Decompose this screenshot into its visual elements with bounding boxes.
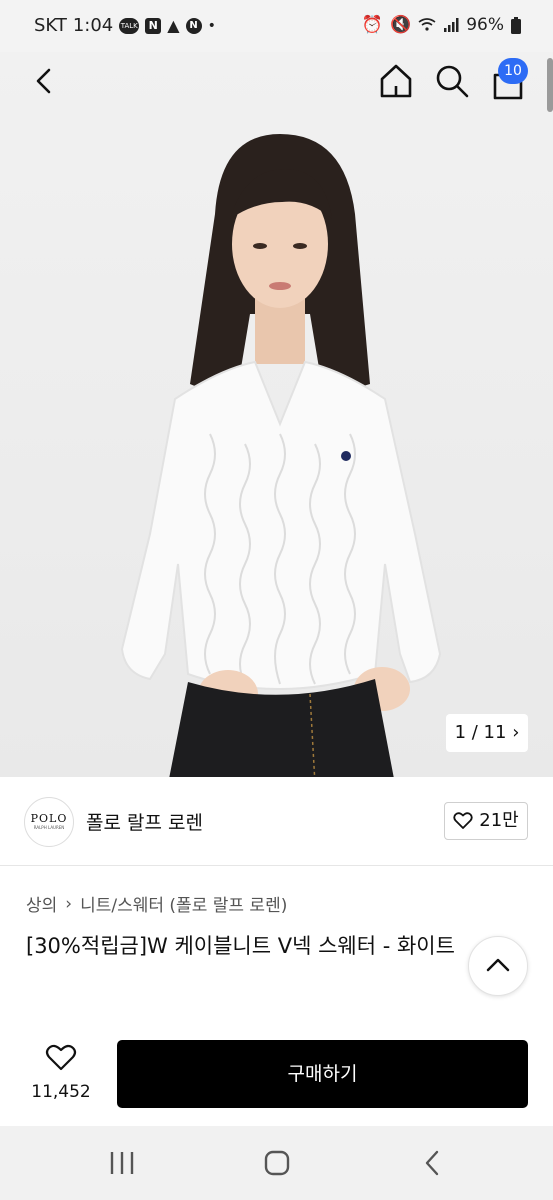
status-left: SKT 1:04 TALK N ▲ N • bbox=[34, 15, 216, 36]
system-nav-bar bbox=[0, 1126, 553, 1200]
brand-row: POLO RALPH LAUREN 폴로 랄프 로렌 21만 bbox=[0, 777, 553, 866]
wishlist-button[interactable]: 11,452 bbox=[24, 1042, 98, 1108]
brand-logo-text: POLO bbox=[30, 812, 68, 825]
top-nav bbox=[0, 52, 553, 112]
pager-text: 1 / 11 bbox=[454, 722, 507, 743]
status-right: ⏰ 🔇 96% bbox=[362, 15, 521, 35]
chevron-right-icon: › bbox=[512, 722, 520, 743]
brand-name[interactable]: 폴로 랄프 로렌 bbox=[86, 808, 203, 835]
clock: 1:04 bbox=[72, 15, 114, 36]
heart-icon bbox=[453, 812, 473, 829]
chevron-right-icon: › bbox=[65, 893, 73, 914]
wishlist-count: 11,452 bbox=[31, 1082, 91, 1102]
recent-apps-icon[interactable] bbox=[108, 1150, 136, 1176]
signal-icon bbox=[444, 18, 459, 32]
breadcrumb-subcategory[interactable]: 니트/스웨터 (폴로 랄프 로렌) bbox=[80, 891, 287, 916]
brand-like-count: 21만 bbox=[479, 810, 519, 831]
heart-icon bbox=[45, 1044, 77, 1071]
breadcrumb-category[interactable]: 상의 bbox=[26, 891, 57, 916]
home-icon[interactable] bbox=[377, 62, 415, 100]
product-image-gallery[interactable]: 1 / 11 › bbox=[0, 52, 553, 777]
home-button-icon[interactable] bbox=[264, 1150, 290, 1176]
mute-icon: 🔇 bbox=[390, 15, 412, 35]
wifi-icon bbox=[418, 18, 436, 31]
nav-back-icon[interactable] bbox=[420, 1150, 446, 1176]
alarm-icon: ⏰ bbox=[361, 15, 384, 35]
carrier: SKT bbox=[34, 15, 67, 36]
search-icon[interactable] bbox=[433, 62, 471, 100]
chevron-up-icon bbox=[486, 958, 510, 972]
naver-icon: N bbox=[145, 17, 162, 34]
breadcrumb: 상의 › 니트/스웨터 (폴로 랄프 로렌) bbox=[26, 891, 287, 917]
warning-icon: ▲ bbox=[167, 16, 180, 35]
back-arrow-icon[interactable] bbox=[28, 64, 62, 98]
battery-percent: 96% bbox=[466, 15, 504, 35]
product-photo bbox=[120, 134, 442, 777]
brand-logo-subtext: RALPH LAUREN bbox=[33, 825, 65, 830]
brand-logo[interactable]: POLO RALPH LAUREN bbox=[24, 797, 74, 847]
gallery-pager[interactable]: 1 / 11 › bbox=[446, 714, 528, 752]
more-notifications-icon: • bbox=[207, 17, 216, 34]
scroll-top-button[interactable] bbox=[468, 936, 528, 996]
battery-icon bbox=[511, 16, 521, 34]
scrollbar[interactable] bbox=[547, 58, 553, 112]
status-bar: SKT 1:04 TALK N ▲ N • ⏰ 🔇 96% bbox=[0, 0, 553, 52]
naver-circle-icon: N bbox=[185, 17, 202, 34]
product-title: [30%적립금]W 케이블니트 V넥 스웨터 - 화이트 bbox=[26, 934, 455, 958]
talk-icon: TALK bbox=[119, 17, 140, 34]
brand-like-button[interactable]: 21만 bbox=[444, 802, 528, 840]
buy-button[interactable]: 구매하기 bbox=[117, 1040, 528, 1108]
cart-count-badge: 10 bbox=[498, 58, 528, 84]
